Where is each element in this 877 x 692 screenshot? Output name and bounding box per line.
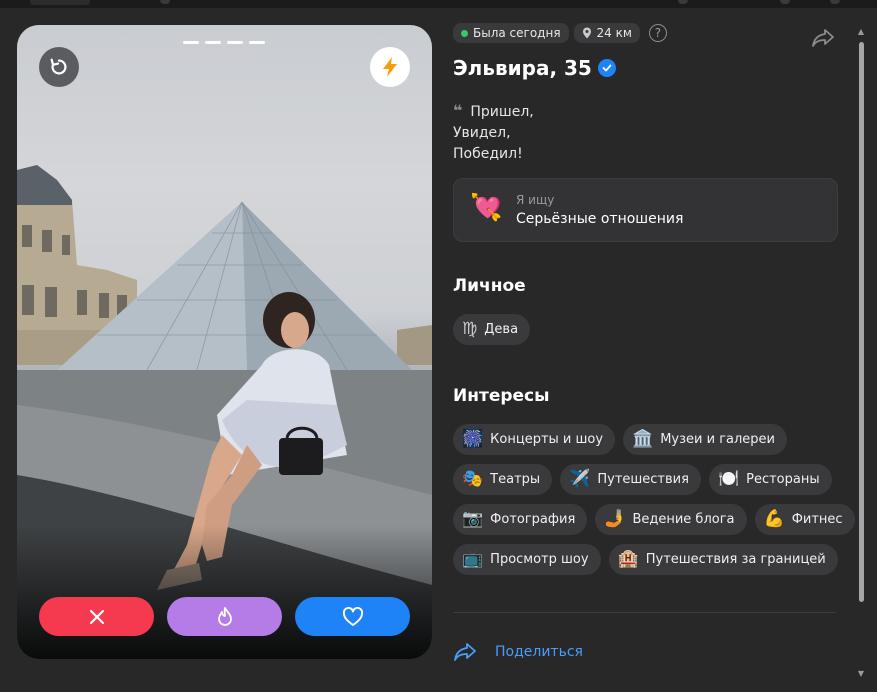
undo-icon [50, 58, 67, 75]
action-buttons [39, 597, 410, 636]
online-status-badge: Была сегодня [453, 23, 569, 43]
interest-label: Театры [490, 472, 541, 487]
theater-masks-icon: 🎭 [462, 469, 484, 489]
profile-window: Была сегодня 24 км ? Эльвира, 35 ❝ Прише… [0, 8, 877, 692]
plate-icon: 🍽️ [717, 469, 740, 489]
seeking-value: Серьёзные отношения [516, 211, 684, 227]
tv-icon: 📺 [462, 549, 484, 569]
divider [453, 612, 836, 613]
interests-list: 🎆 Концерты и шоу 🏛️ Музеи и галереи 🎭 Театр… [453, 424, 855, 584]
zodiac-label: Дева [484, 322, 519, 337]
interest-chip: 🎆 Концерты и шоу [453, 424, 616, 455]
interest-label: Фотография [490, 512, 576, 527]
distance-text: 24 км [596, 26, 632, 40]
interest-label: Фитнес [791, 512, 843, 527]
interest-chip: 📺 Просмотр шоу [453, 544, 601, 575]
scrollbar-thumb[interactable] [859, 42, 864, 602]
share-link[interactable]: Поделиться [453, 642, 583, 662]
lightning-icon [383, 57, 397, 77]
distance-badge: 24 км [573, 23, 640, 43]
interest-label: Просмотр шоу [490, 552, 589, 567]
scroll-up-icon[interactable]: ▲ [857, 28, 865, 36]
interest-chip: 🤳 Ведение блога [595, 504, 747, 535]
personal-section-title: Личное [453, 276, 526, 296]
camera-icon: 📷 [462, 509, 484, 529]
photo-progress-segment [205, 41, 221, 44]
interest-chip: ✈️ Путешествия [560, 464, 701, 495]
interest-chip: 🍽️ Рестораны [708, 464, 832, 495]
scroll-down-icon[interactable]: ▼ [857, 670, 865, 678]
zodiac-chip-wrap: ♍ Дева [453, 314, 531, 345]
verified-check-icon [597, 59, 616, 77]
interest-chip: 🏨 Путешествия за границей [608, 544, 838, 575]
online-status-text: Была сегодня [473, 26, 561, 40]
location-pin-icon [582, 27, 591, 39]
photo-progress-segment [227, 41, 243, 44]
superlike-button[interactable] [167, 597, 282, 636]
building-right [397, 325, 432, 365]
like-button[interactable] [295, 597, 410, 636]
seeking-card: 💘 Я ищу Серьёзные отношения [453, 178, 838, 242]
photo-progress-segment [249, 41, 265, 44]
interest-chip: 🏛️ Музеи и галереи [623, 424, 788, 455]
name-row: Эльвира, 35 [453, 56, 616, 80]
share-button-top[interactable] [811, 28, 835, 52]
share-label[interactable]: Поделиться [495, 644, 583, 660]
flame-icon [217, 606, 232, 626]
photo-progress-segment [183, 41, 199, 44]
toolbar-icon[interactable] [830, 0, 840, 4]
heart-arrow-icon: 💘 [470, 193, 503, 223]
quote-icon: ❝ [453, 101, 463, 120]
museum-icon: 🏛️ [632, 429, 654, 449]
browser-top-strip [0, 0, 877, 8]
dislike-button[interactable] [39, 597, 154, 636]
photo-card[interactable] [17, 25, 432, 659]
bio: ❝ Пришел, Увидел, Победил! [453, 100, 534, 165]
airplane-icon: ✈️ [569, 469, 591, 489]
virgo-icon: ♍ [462, 319, 478, 339]
biceps-icon: 💪 [763, 509, 785, 529]
hotel-icon: 🏨 [617, 549, 639, 569]
bio-line: Победил! [453, 146, 523, 162]
online-dot-icon [461, 29, 468, 37]
fireworks-icon: 🎆 [462, 429, 484, 449]
interest-label: Музеи и галереи [660, 432, 776, 447]
interest-chip: 📷 Фотография [453, 504, 588, 535]
status-row: Была сегодня 24 км ? [453, 23, 667, 43]
interest-label: Концерты и шоу [490, 432, 604, 447]
close-icon [89, 609, 104, 624]
help-icon[interactable]: ? [648, 24, 667, 42]
interest-label: Путешествия за границей [645, 552, 826, 567]
boost-button[interactable] [370, 47, 410, 87]
profile-name: Эльвира, 35 [453, 56, 592, 80]
toolbar-icon[interactable] [780, 0, 790, 4]
browser-tab[interactable] [30, 0, 90, 5]
interest-label: Рестораны [746, 472, 820, 487]
interest-label: Путешествия [597, 472, 689, 487]
selfie-icon: 🤳 [604, 509, 626, 529]
share-arrow-icon [812, 29, 834, 47]
undo-button[interactable] [39, 47, 79, 87]
scrollbar[interactable]: ▲ ▼ [857, 28, 865, 678]
interest-label: Ведение блога [632, 512, 735, 527]
bio-line: Пришел, [470, 104, 534, 120]
heart-icon [342, 606, 363, 626]
photo-progress [183, 41, 265, 44]
bio-line: Увидел, [453, 125, 511, 141]
zodiac-chip: ♍ Дева [453, 314, 531, 345]
interests-section-title: Интересы [453, 386, 550, 406]
share-arrow-icon [454, 643, 476, 661]
seeking-label: Я ищу [516, 193, 555, 207]
interest-chip: 💪 Фитнес [754, 504, 855, 535]
profile-photo [17, 165, 432, 659]
interest-chip: 🎭 Театры [453, 464, 553, 495]
toolbar-icon[interactable] [160, 0, 170, 4]
toolbar-icon[interactable] [678, 0, 688, 4]
